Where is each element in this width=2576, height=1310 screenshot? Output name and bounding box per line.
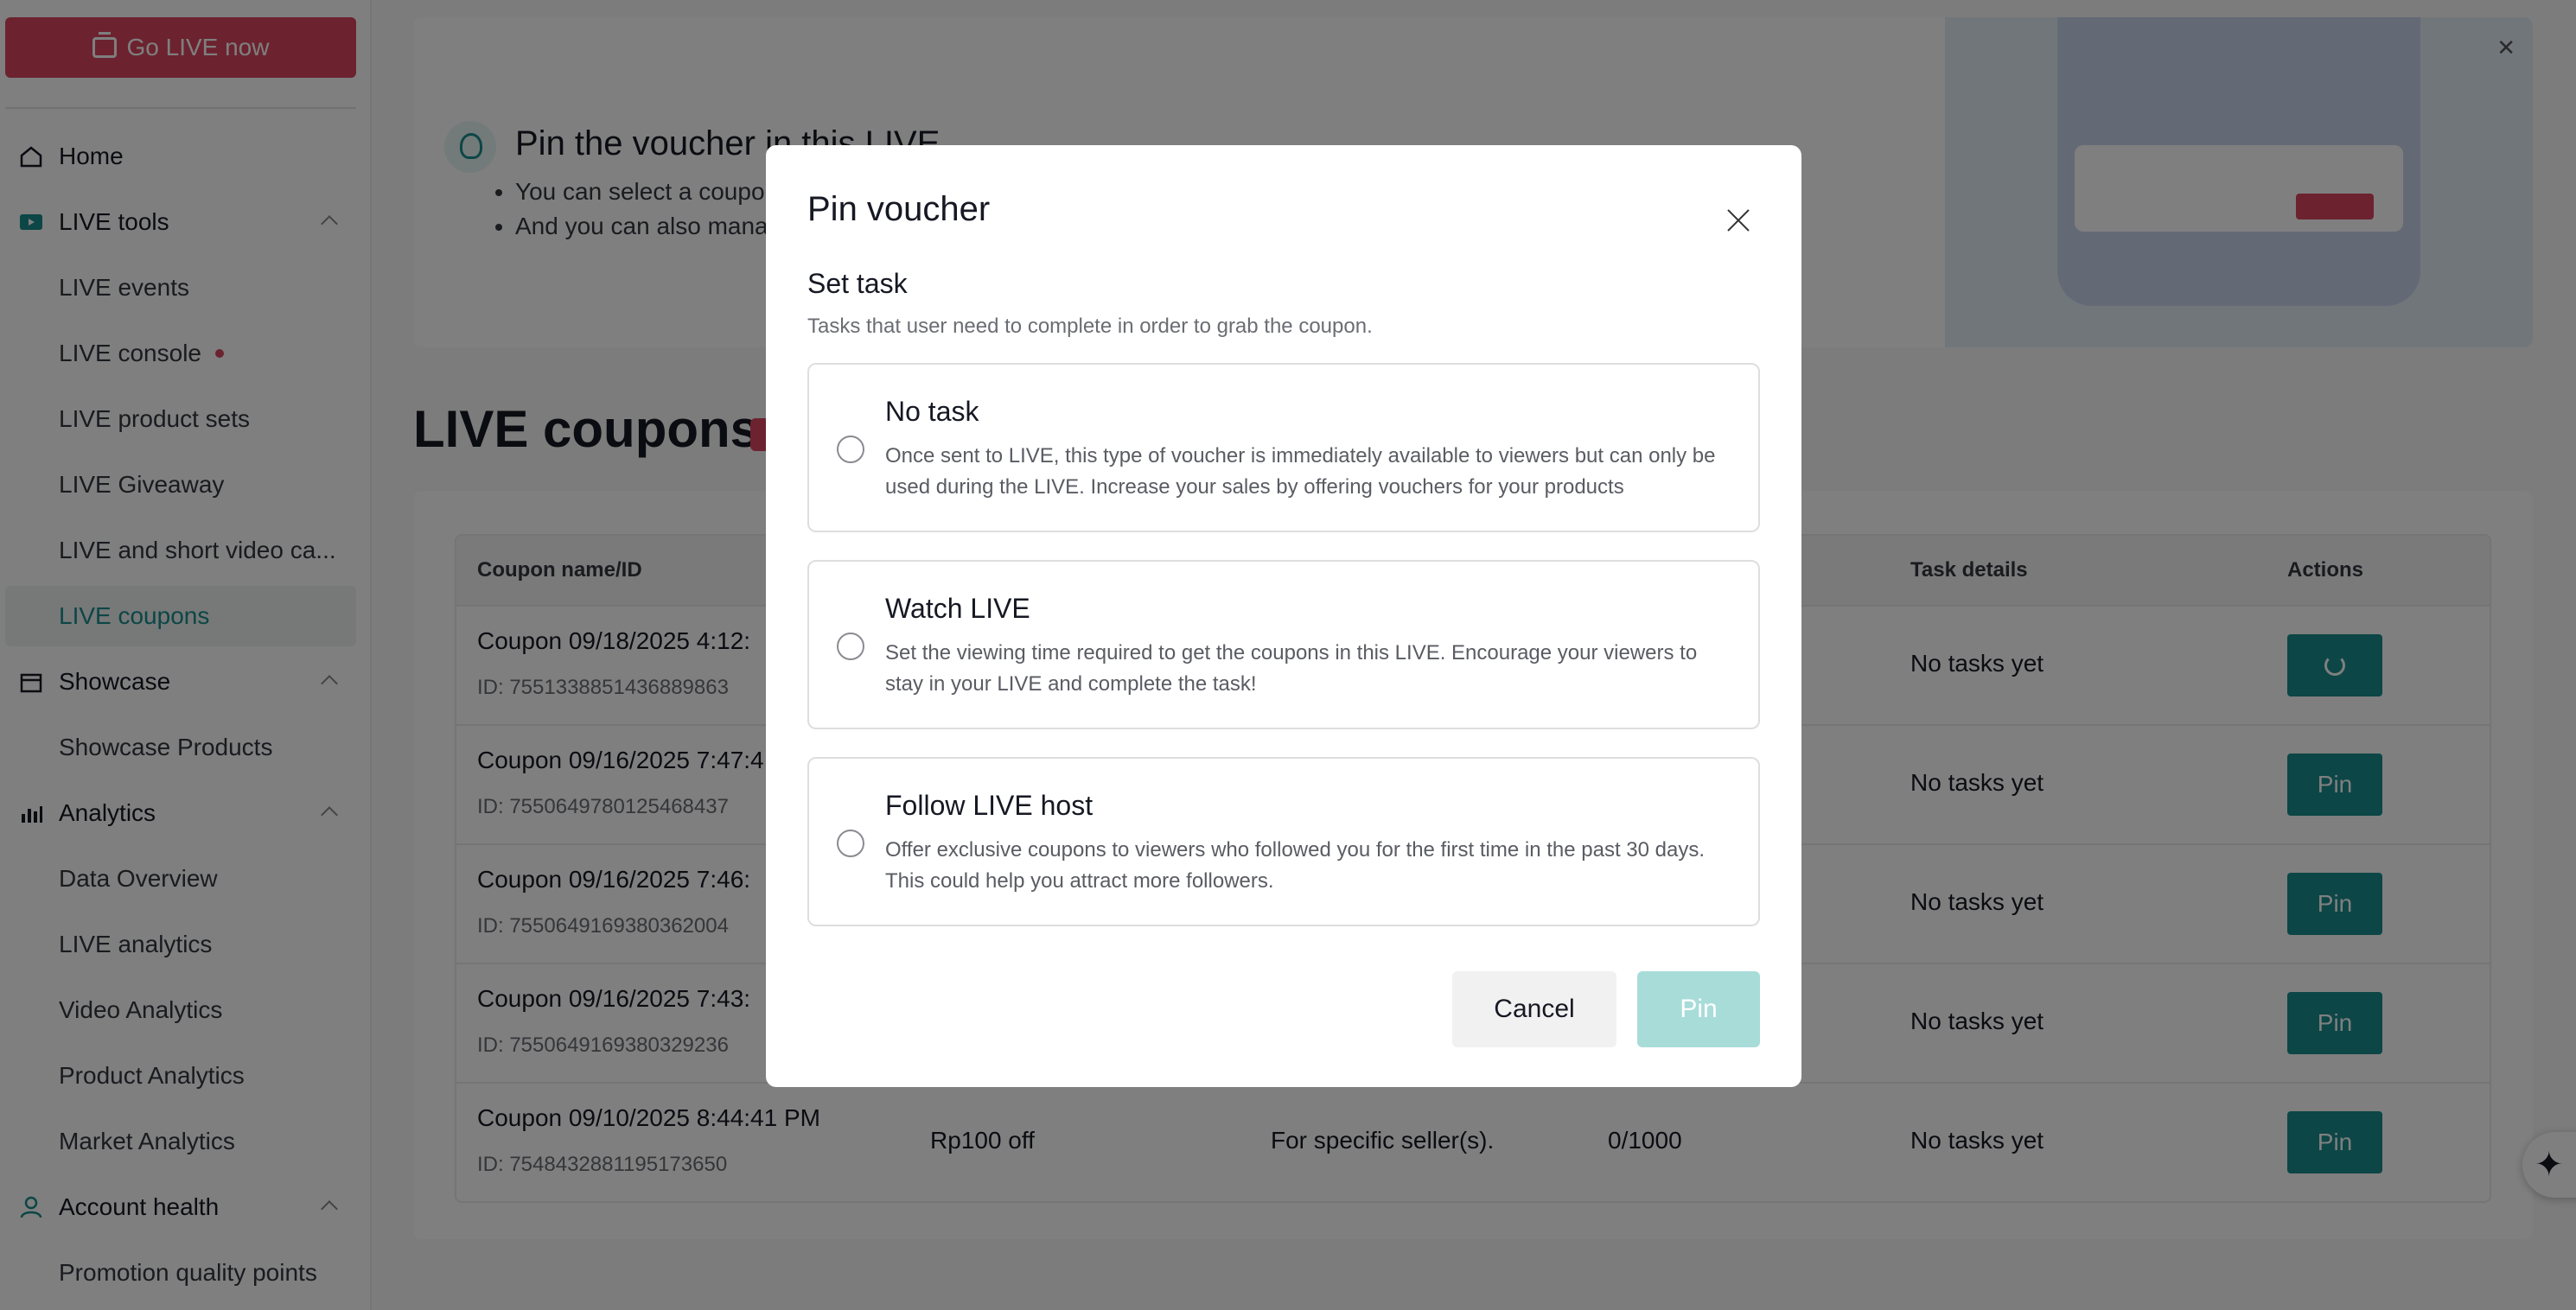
radio-button[interactable] — [837, 436, 864, 463]
option-watch-live[interactable]: Watch LIVE Set the viewing time required… — [807, 560, 1760, 729]
option-follow-live-host[interactable]: Follow LIVE host Offer exclusive coupons… — [807, 757, 1760, 926]
option-description: Offer exclusive coupons to viewers who f… — [885, 838, 1706, 893]
option-description: Once sent to LIVE, this type of voucher … — [885, 444, 1716, 499]
option-description: Set the viewing time required to get the… — [885, 641, 1698, 696]
option-title: No task — [885, 396, 979, 427]
radio-button[interactable] — [837, 633, 864, 660]
radio-button[interactable] — [837, 830, 864, 857]
option-no-task[interactable]: No task Once sent to LIVE, this type of … — [807, 363, 1760, 532]
pin-voucher-dialog: Pin voucher Set task Tasks that user nee… — [766, 145, 1801, 1087]
option-title: Follow LIVE host — [885, 790, 1094, 821]
pin-confirm-button[interactable]: Pin — [1637, 971, 1760, 1047]
section-title: Set task — [807, 268, 908, 299]
dialog-title: Pin voucher — [807, 190, 991, 228]
cancel-button[interactable]: Cancel — [1452, 971, 1616, 1047]
option-title: Watch LIVE — [885, 593, 1030, 624]
close-icon[interactable] — [1725, 207, 1751, 233]
section-description: Tasks that user need to complete in orde… — [807, 315, 1373, 338]
